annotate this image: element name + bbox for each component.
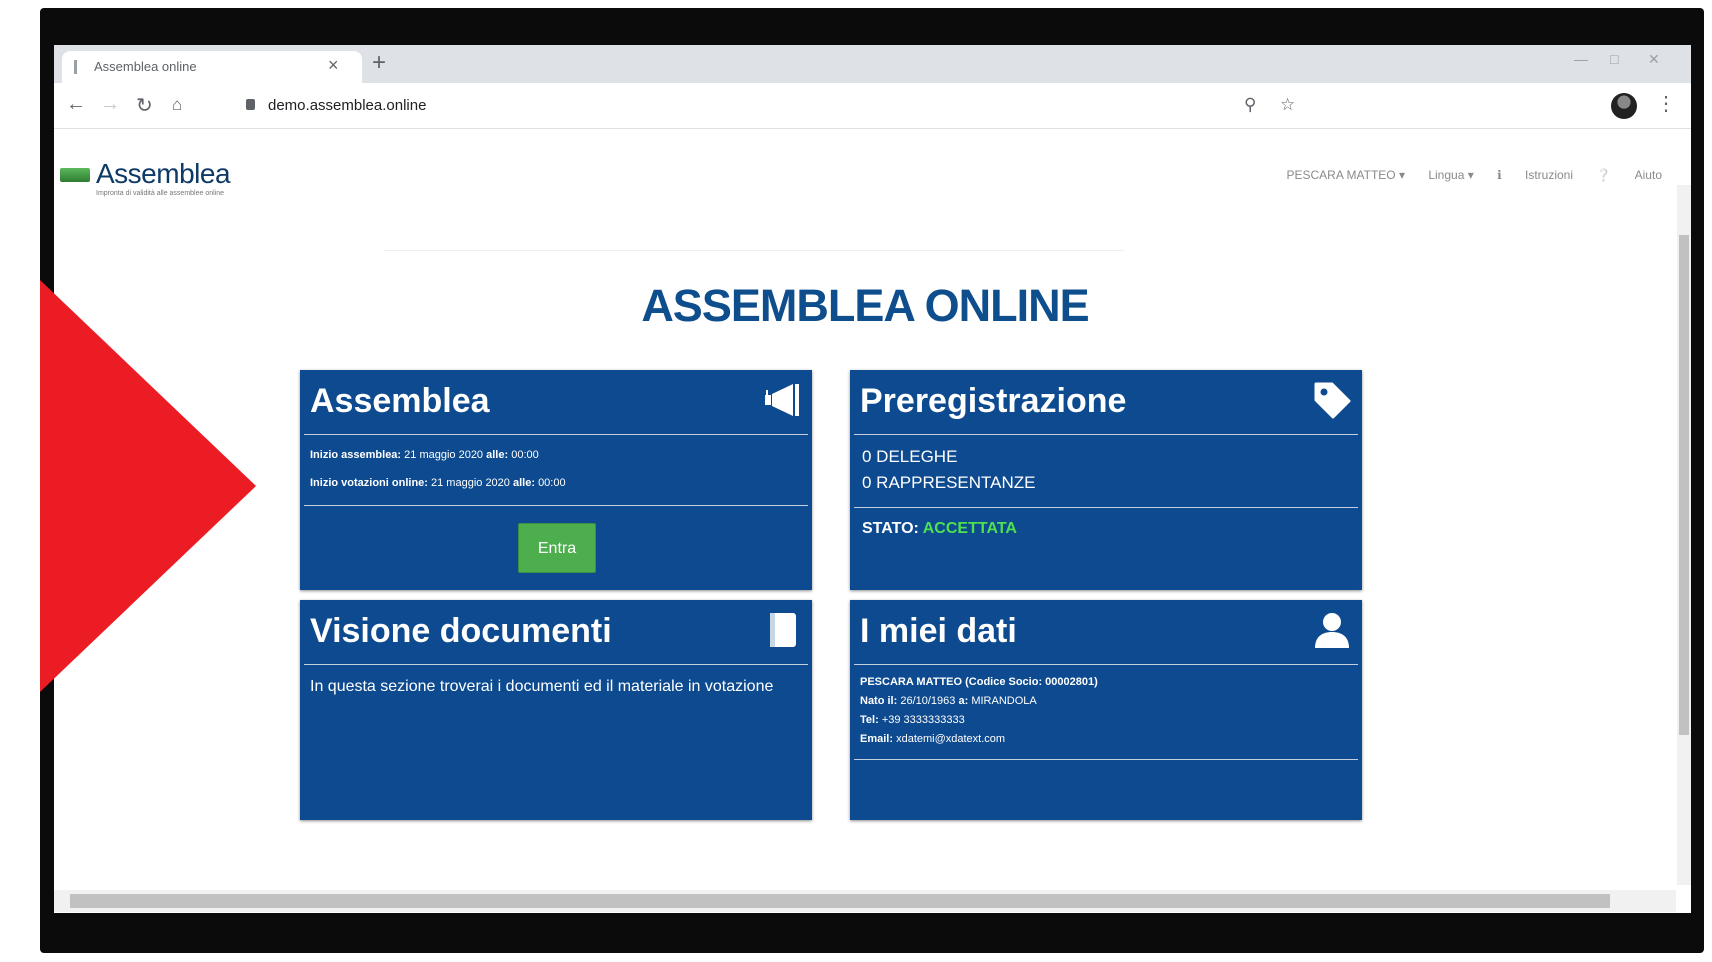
- instructions-link[interactable]: ℹ Istruzioni: [1497, 168, 1573, 182]
- user-icon: [1315, 613, 1349, 648]
- card-preregistrazione: Preregistrazione 0 DELEGHE 0 RAPPRESENTA…: [850, 370, 1362, 590]
- assemblea-schedule: Inizio assemblea: 21 maggio 2020 alle: 0…: [300, 435, 812, 497]
- status-label: STATO:: [862, 520, 919, 537]
- card-header: Visione documenti: [300, 600, 812, 664]
- card-header: Assemblea: [300, 370, 812, 434]
- birth-date: 26/10/1963: [900, 695, 956, 707]
- personal-data: PESCARA MATTEO (Codice Socio: 00002801) …: [850, 665, 1362, 759]
- vertical-scrollbar[interactable]: [1677, 185, 1691, 885]
- birth-at: a:: [958, 695, 969, 707]
- vertical-scroll-thumb[interactable]: [1679, 235, 1689, 735]
- schedule-row-assemblea: Inizio assemblea: 21 maggio 2020 alle: 0…: [300, 441, 812, 469]
- schedule-alle: alle:: [486, 449, 509, 461]
- enter-button[interactable]: Entra: [518, 523, 596, 573]
- tab-strip: Assemblea online × + — □ ✕: [54, 45, 1691, 83]
- logo-tagline: Impronta di validità alle assemblee onli…: [96, 190, 225, 197]
- user-menu[interactable]: PESCARA MATTEO ▾: [1286, 168, 1405, 182]
- monitor-frame: Assemblea online × + — □ ✕ ← → ↻ ⌂ demo.…: [40, 8, 1704, 953]
- status-badge: ACCETTATA: [922, 520, 1017, 537]
- rappresentanze-count: 0 RAPPRESENTANZE: [862, 473, 1036, 492]
- member-name: PESCARA MATTEO (Codice Socio: 00002801): [860, 673, 1352, 692]
- play-arrow-icon[interactable]: [40, 280, 256, 692]
- schedule-label: Inizio votazioni online:: [310, 477, 428, 489]
- birth-place: MIRANDOLA: [971, 695, 1037, 707]
- new-tab-icon[interactable]: +: [372, 49, 386, 77]
- zoom-icon[interactable]: ⚲: [1244, 95, 1256, 115]
- card-header: Preregistrazione: [850, 370, 1362, 434]
- horizontal-scrollbar[interactable]: [54, 890, 1676, 912]
- forward-icon[interactable]: →: [100, 93, 120, 116]
- status-line: STATO: ACCETTATA: [850, 508, 1362, 538]
- bookmark-star-icon[interactable]: ☆: [1280, 95, 1295, 115]
- card-divider: [304, 505, 808, 506]
- web-page: Assemblea Impronta di validità alle asse…: [54, 130, 1676, 890]
- instructions-label: Istruzioni: [1524, 168, 1574, 182]
- card-header: I miei dati: [850, 600, 1362, 664]
- birth-label: Nato il:: [860, 695, 898, 707]
- schedule-time: 00:00: [538, 477, 566, 489]
- card-assemblea: Assemblea Inizio assemblea: 21 maggio 20: [300, 370, 812, 590]
- browser-window: Assemblea online × + — □ ✕ ← → ↻ ⌂ demo.…: [54, 45, 1691, 913]
- card-documenti[interactable]: Visione documenti In questa sezione trov…: [300, 600, 812, 820]
- member-name-text: PESCARA MATTEO (Codice Socio: 00002801): [860, 676, 1098, 688]
- horizontal-scroll-thumb[interactable]: [70, 894, 1610, 908]
- card-divider: [854, 759, 1358, 760]
- birth-line: Nato il: 26/10/1963 a: MIRANDOLA: [860, 692, 1352, 711]
- tag-icon: [1314, 382, 1351, 419]
- deleghe-count: 0 DELEGHE: [862, 447, 958, 466]
- maximize-icon[interactable]: □: [1610, 51, 1618, 67]
- schedule-label: Inizio assemblea:: [310, 449, 402, 461]
- address-bar[interactable]: demo.assemblea.online ⚲ ☆: [234, 90, 1394, 122]
- delegations-summary: 0 DELEGHE 0 RAPPRESENTANZE: [850, 435, 1362, 499]
- lock-icon: [246, 99, 255, 110]
- email-line: Email: xdatemi@xdatext.com: [860, 730, 1352, 749]
- megaphone-icon: [765, 384, 799, 416]
- stage: Assemblea online × + — □ ✕ ← → ↻ ⌂ demo.…: [0, 0, 1712, 962]
- browser-tab[interactable]: Assemblea online ×: [62, 51, 362, 83]
- tab-close-icon[interactable]: ×: [328, 55, 339, 76]
- logo-text: Assemblea: [96, 158, 231, 189]
- schedule-date: 21 maggio 2020: [404, 449, 484, 461]
- schedule-date: 21 maggio 2020: [431, 477, 510, 489]
- browser-menu-icon[interactable]: ⋮: [1656, 91, 1676, 116]
- help-link[interactable]: ❔ Aiuto: [1596, 168, 1662, 182]
- logo-mark-icon: [60, 168, 90, 182]
- schedule-time: 00:00: [511, 449, 539, 461]
- phone-line: Tel: +39 3333333333: [860, 711, 1352, 730]
- email-value: xdatemi@xdatext.com: [896, 733, 1006, 745]
- favicon-icon: [74, 60, 88, 74]
- book-icon: [770, 613, 796, 647]
- card-title: Visione documenti: [310, 612, 612, 650]
- schedule-row-votazioni: Inizio votazioni online: 21 maggio 2020 …: [300, 469, 812, 497]
- card-title: I miei dati: [860, 612, 1017, 650]
- card-title: Preregistrazione: [860, 382, 1127, 420]
- browser-toolbar: ← → ↻ ⌂ demo.assemblea.online ⚲ ☆ ⋮: [54, 83, 1691, 129]
- phone-label: Tel:: [860, 714, 879, 726]
- help-label: Aiuto: [1634, 168, 1662, 182]
- close-window-icon[interactable]: ✕: [1648, 51, 1660, 68]
- phone-value: +39 3333333333: [881, 714, 965, 726]
- language-menu[interactable]: Lingua ▾: [1428, 168, 1473, 182]
- back-icon[interactable]: ←: [66, 93, 86, 116]
- reload-icon[interactable]: ↻: [136, 93, 153, 118]
- home-icon[interactable]: ⌂: [172, 95, 182, 115]
- card-title: Assemblea: [310, 382, 490, 420]
- card-dati: I miei dati PESCARA MATTEO (Codice Socio…: [850, 600, 1362, 820]
- email-label: Email:: [860, 733, 894, 745]
- url-text: demo.assemblea.online: [268, 97, 427, 114]
- top-navigation: PESCARA MATTEO ▾ Lingua ▾ ℹ Istruzioni ❔…: [1266, 168, 1662, 182]
- schedule-alle: alle:: [512, 477, 535, 489]
- profile-avatar[interactable]: [1611, 93, 1637, 119]
- page-title: ASSEMBLEA ONLINE: [641, 280, 1089, 331]
- documents-description: In questa sezione troverai i documenti e…: [310, 678, 774, 695]
- tab-title: Assemblea online: [94, 59, 197, 74]
- minimize-icon[interactable]: —: [1574, 51, 1588, 67]
- header-divider: [384, 250, 1124, 251]
